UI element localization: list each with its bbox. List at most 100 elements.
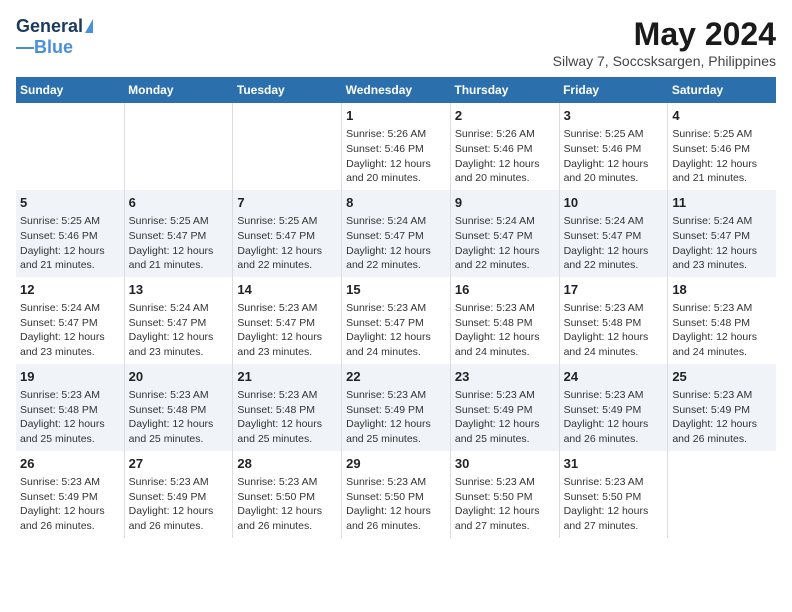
cell-line: Sunset: 5:48 PM bbox=[20, 403, 120, 418]
calendar-cell: 12Sunrise: 5:24 AMSunset: 5:47 PMDayligh… bbox=[16, 277, 124, 364]
cell-line: and 21 minutes. bbox=[20, 258, 120, 273]
cell-line: and 20 minutes. bbox=[455, 171, 555, 186]
cell-line: Sunrise: 5:23 AM bbox=[20, 388, 120, 403]
cell-line: Sunrise: 5:23 AM bbox=[129, 388, 229, 403]
cell-content: Sunrise: 5:23 AMSunset: 5:49 PMDaylight:… bbox=[455, 388, 555, 447]
cell-line: and 25 minutes. bbox=[237, 432, 337, 447]
calendar-cell: 4 Sunrise: 5:25 AMSunset: 5:46 PMDaylight… bbox=[668, 103, 776, 190]
cell-line: Daylight: 12 hours bbox=[346, 157, 446, 172]
cell-line: Sunset: 5:48 PM bbox=[564, 316, 664, 331]
cell-line: and 26 minutes. bbox=[346, 519, 446, 534]
calendar-cell: 13Sunrise: 5:24 AMSunset: 5:47 PMDayligh… bbox=[124, 277, 233, 364]
cell-line: and 25 minutes. bbox=[20, 432, 120, 447]
header-monday: Monday bbox=[124, 77, 233, 103]
cell-line: Sunset: 5:48 PM bbox=[455, 316, 555, 331]
day-number: 8 bbox=[346, 194, 446, 212]
cell-line: Sunset: 5:46 PM bbox=[564, 142, 664, 157]
cell-line: Sunrise: 5:23 AM bbox=[455, 475, 555, 490]
day-number: 29 bbox=[346, 455, 446, 473]
cell-line: Sunrise: 5:23 AM bbox=[237, 301, 337, 316]
cell-content: Sunrise: 5:23 AMSunset: 5:50 PMDaylight:… bbox=[564, 475, 664, 534]
cell-content: Sunrise: 5:25 AMSunset: 5:47 PMDaylight:… bbox=[237, 214, 337, 273]
cell-line: and 24 minutes. bbox=[455, 345, 555, 360]
cell-line: Sunrise: 5:23 AM bbox=[564, 475, 664, 490]
header-sunday: Sunday bbox=[16, 77, 124, 103]
calendar-cell: 31Sunrise: 5:23 AMSunset: 5:50 PMDayligh… bbox=[559, 451, 668, 538]
cell-line: Sunset: 5:49 PM bbox=[672, 403, 772, 418]
cell-line: Daylight: 12 hours bbox=[564, 244, 664, 259]
week-row-3: 12Sunrise: 5:24 AMSunset: 5:47 PMDayligh… bbox=[16, 277, 776, 364]
day-number: 22 bbox=[346, 368, 446, 386]
cell-content: Sunrise: 5:23 AMSunset: 5:49 PMDaylight:… bbox=[672, 388, 772, 447]
cell-line: and 27 minutes. bbox=[455, 519, 555, 534]
day-number: 7 bbox=[237, 194, 337, 212]
cell-content: Sunrise: 5:25 AMSunset: 5:46 PMDaylight:… bbox=[564, 127, 664, 186]
day-number: 18 bbox=[672, 281, 772, 299]
cell-content: Sunrise: 5:23 AMSunset: 5:47 PMDaylight:… bbox=[346, 301, 446, 360]
cell-line: Sunset: 5:47 PM bbox=[455, 229, 555, 244]
cell-line: and 25 minutes. bbox=[129, 432, 229, 447]
day-number: 17 bbox=[564, 281, 664, 299]
logo-triangle-icon bbox=[85, 19, 93, 33]
cell-line: Daylight: 12 hours bbox=[20, 330, 120, 345]
cell-line: Sunset: 5:47 PM bbox=[129, 229, 229, 244]
cell-line: Daylight: 12 hours bbox=[672, 417, 772, 432]
day-number: 20 bbox=[129, 368, 229, 386]
cell-line: and 22 minutes. bbox=[346, 258, 446, 273]
cell-content: Sunrise: 5:26 AMSunset: 5:46 PMDaylight:… bbox=[346, 127, 446, 186]
cell-line: and 25 minutes. bbox=[455, 432, 555, 447]
cell-line: Sunrise: 5:24 AM bbox=[455, 214, 555, 229]
calendar-cell: 9Sunrise: 5:24 AMSunset: 5:47 PMDaylight… bbox=[450, 190, 559, 277]
day-number: 4 bbox=[672, 107, 772, 125]
calendar-cell: 2Sunrise: 5:26 AMSunset: 5:46 PMDaylight… bbox=[450, 103, 559, 190]
calendar-cell: 29Sunrise: 5:23 AMSunset: 5:50 PMDayligh… bbox=[342, 451, 451, 538]
cell-line: Sunset: 5:47 PM bbox=[564, 229, 664, 244]
cell-content: Sunrise: 5:26 AMSunset: 5:46 PMDaylight:… bbox=[455, 127, 555, 186]
cell-line: and 22 minutes. bbox=[564, 258, 664, 273]
calendar-cell: 1Sunrise: 5:26 AMSunset: 5:46 PMDaylight… bbox=[342, 103, 451, 190]
cell-line: Daylight: 12 hours bbox=[129, 504, 229, 519]
cell-line: Sunset: 5:47 PM bbox=[237, 229, 337, 244]
cell-line: Sunset: 5:49 PM bbox=[20, 490, 120, 505]
cell-line: Daylight: 12 hours bbox=[455, 244, 555, 259]
day-number: 28 bbox=[237, 455, 337, 473]
title-block: May 2024 Silway 7, Soccsksargen, Philipp… bbox=[553, 16, 776, 69]
day-number: 27 bbox=[129, 455, 229, 473]
calendar-cell: 5Sunrise: 5:25 AMSunset: 5:46 PMDaylight… bbox=[16, 190, 124, 277]
cell-line: and 24 minutes. bbox=[564, 345, 664, 360]
cell-line: and 21 minutes. bbox=[129, 258, 229, 273]
day-number: 21 bbox=[237, 368, 337, 386]
cell-line: Sunrise: 5:24 AM bbox=[20, 301, 120, 316]
cell-line: Sunset: 5:49 PM bbox=[346, 403, 446, 418]
calendar-cell bbox=[124, 103, 233, 190]
cell-line: Sunrise: 5:23 AM bbox=[237, 475, 337, 490]
day-number: 25 bbox=[672, 368, 772, 386]
cell-line: Sunrise: 5:23 AM bbox=[455, 301, 555, 316]
cell-line: and 20 minutes. bbox=[564, 171, 664, 186]
calendar-cell: 7 Sunrise: 5:25 AMSunset: 5:47 PMDaylight… bbox=[233, 190, 342, 277]
logo-general-text: General bbox=[16, 16, 83, 37]
cell-line: Daylight: 12 hours bbox=[237, 504, 337, 519]
cell-content: Sunrise: 5:23 AMSunset: 5:50 PMDaylight:… bbox=[237, 475, 337, 534]
cell-line: Daylight: 12 hours bbox=[564, 504, 664, 519]
day-number: 3 bbox=[564, 107, 664, 125]
cell-line: Sunrise: 5:23 AM bbox=[346, 301, 446, 316]
cell-line: Sunrise: 5:24 AM bbox=[672, 214, 772, 229]
cell-content: Sunrise: 5:23 AMSunset: 5:48 PMDaylight:… bbox=[20, 388, 120, 447]
cell-line: Sunset: 5:48 PM bbox=[237, 403, 337, 418]
week-row-4: 19Sunrise: 5:23 AMSunset: 5:48 PMDayligh… bbox=[16, 364, 776, 451]
calendar-cell bbox=[668, 451, 776, 538]
cell-content: Sunrise: 5:25 AMSunset: 5:46 PMDaylight:… bbox=[672, 127, 772, 186]
calendar-cell: 24Sunrise: 5:23 AMSunset: 5:49 PMDayligh… bbox=[559, 364, 668, 451]
day-number: 14 bbox=[237, 281, 337, 299]
calendar-cell: 18Sunrise: 5:23 AMSunset: 5:48 PMDayligh… bbox=[668, 277, 776, 364]
cell-line: and 24 minutes. bbox=[672, 345, 772, 360]
header-wednesday: Wednesday bbox=[342, 77, 451, 103]
calendar-cell: 23Sunrise: 5:23 AMSunset: 5:49 PMDayligh… bbox=[450, 364, 559, 451]
cell-content: Sunrise: 5:24 AMSunset: 5:47 PMDaylight:… bbox=[564, 214, 664, 273]
cell-line: and 26 minutes. bbox=[672, 432, 772, 447]
cell-line: Daylight: 12 hours bbox=[564, 157, 664, 172]
calendar-cell: 17Sunrise: 5:23 AMSunset: 5:48 PMDayligh… bbox=[559, 277, 668, 364]
cell-line: Sunrise: 5:23 AM bbox=[129, 475, 229, 490]
calendar-cell: 14Sunrise: 5:23 AMSunset: 5:47 PMDayligh… bbox=[233, 277, 342, 364]
